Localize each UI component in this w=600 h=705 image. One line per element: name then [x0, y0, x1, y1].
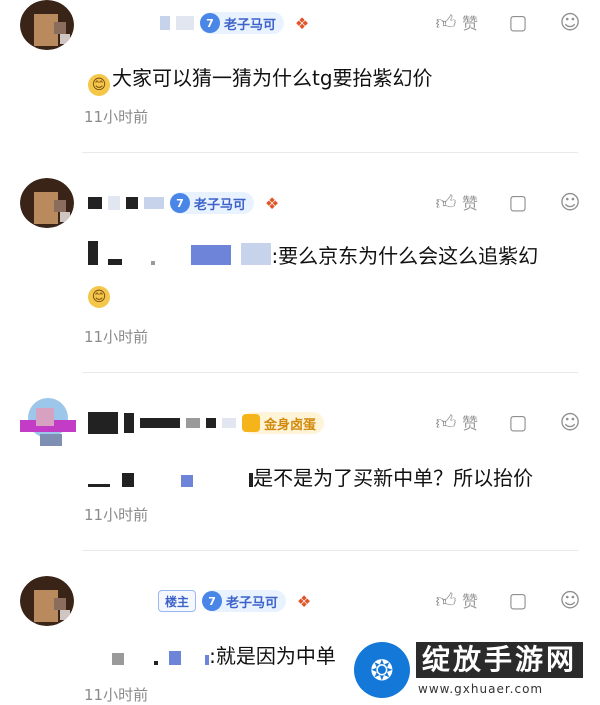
comment-icon[interactable]: ▢	[506, 410, 530, 434]
comment-icon[interactable]: ▢	[506, 10, 530, 34]
like-button[interactable]: 👍︎ 赞	[434, 10, 478, 34]
action-bar: 👍︎ 赞 ▢ ☺︎	[434, 10, 582, 35]
more-icon[interactable]: ☺︎	[558, 190, 582, 214]
author-bar: 楼主 7 老子马可 ❖	[158, 588, 316, 614]
comment-icon[interactable]: ▢	[506, 190, 530, 214]
level-badge: 7 老子马可	[170, 192, 255, 214]
thumb-up-icon: 👍︎	[435, 587, 457, 612]
timestamp: 11小时前	[84, 686, 149, 704]
level-badge: 7 老子马可	[200, 12, 285, 34]
watermark: ❂ 绽放手游网 www.gxhuaer.com	[352, 640, 600, 703]
username-redacted[interactable]	[88, 197, 102, 209]
shield-icon: 7	[200, 13, 220, 33]
more-icon[interactable]: ☺︎	[558, 410, 582, 434]
ornament-icon: ❖	[264, 193, 280, 213]
username-redacted[interactable]	[88, 412, 118, 434]
action-bar: 👍︎ 赞 ▢ ☺︎	[434, 588, 582, 613]
avatar[interactable]	[20, 0, 74, 50]
thumb-up-icon: 👍︎	[435, 189, 457, 214]
host-badge: 楼主	[158, 590, 197, 612]
avatar[interactable]	[20, 178, 74, 228]
watermark-title: 绽放手游网	[416, 642, 584, 678]
mention-redacted[interactable]	[88, 241, 272, 274]
shield-icon: 7	[170, 193, 190, 213]
shield-icon: 7	[202, 591, 223, 611]
more-icon[interactable]: ☺︎	[558, 588, 582, 612]
thumb-up-icon: 👍︎	[435, 9, 457, 34]
avatar[interactable]	[20, 398, 76, 450]
author-bar: 7 老子马可 ❖	[160, 10, 314, 36]
divider	[82, 372, 578, 373]
mention-redacted[interactable]	[88, 464, 254, 496]
mention-redacted[interactable]	[112, 642, 210, 674]
watermark-url: www.gxhuaer.com	[418, 682, 544, 696]
author-bar: 金身卤蛋	[88, 410, 325, 436]
ornament-icon: ❖	[296, 591, 312, 611]
timestamp: 11小时前	[84, 328, 149, 346]
thumb-up-icon: 👍︎	[435, 409, 457, 434]
like-button[interactable]: 👍︎ 赞	[434, 588, 478, 612]
more-icon[interactable]: ☺︎	[558, 10, 582, 34]
level-badge: 7 老子马可	[202, 590, 287, 612]
action-bar: 👍︎ 赞 ▢ ☺︎	[434, 190, 582, 215]
timestamp: 11小时前	[84, 108, 149, 126]
gold-badge: 金身卤蛋	[242, 412, 325, 434]
username-redacted[interactable]	[160, 16, 170, 30]
comment-text: 是不是为了买新中单？所以抬价	[88, 462, 582, 496]
divider	[82, 550, 578, 551]
divider	[82, 152, 578, 153]
comment-icon[interactable]: ▢	[506, 588, 530, 612]
like-button[interactable]: 👍︎ 赞	[434, 190, 478, 214]
comment-text: 😊︎ 大家可以猜一猜为什么tg要抬紫幻价	[88, 62, 582, 96]
action-bar: 👍︎ 赞 ▢ ☺︎	[434, 410, 582, 435]
ornament-icon: ❖	[294, 13, 310, 33]
like-button[interactable]: 👍︎ 赞	[434, 410, 478, 434]
gold-egg-icon	[242, 414, 260, 432]
avatar[interactable]	[20, 576, 74, 626]
watermark-logo-icon: ❂	[354, 642, 410, 698]
timestamp: 11小时前	[84, 506, 149, 524]
emoji-icon: 😊︎	[88, 286, 110, 308]
comment-text: :要么京东为什么会这么追紫幻 😊︎	[88, 240, 582, 308]
author-bar: 7 老子马可 ❖	[88, 190, 284, 216]
emoji-icon: 😊︎	[88, 74, 110, 96]
